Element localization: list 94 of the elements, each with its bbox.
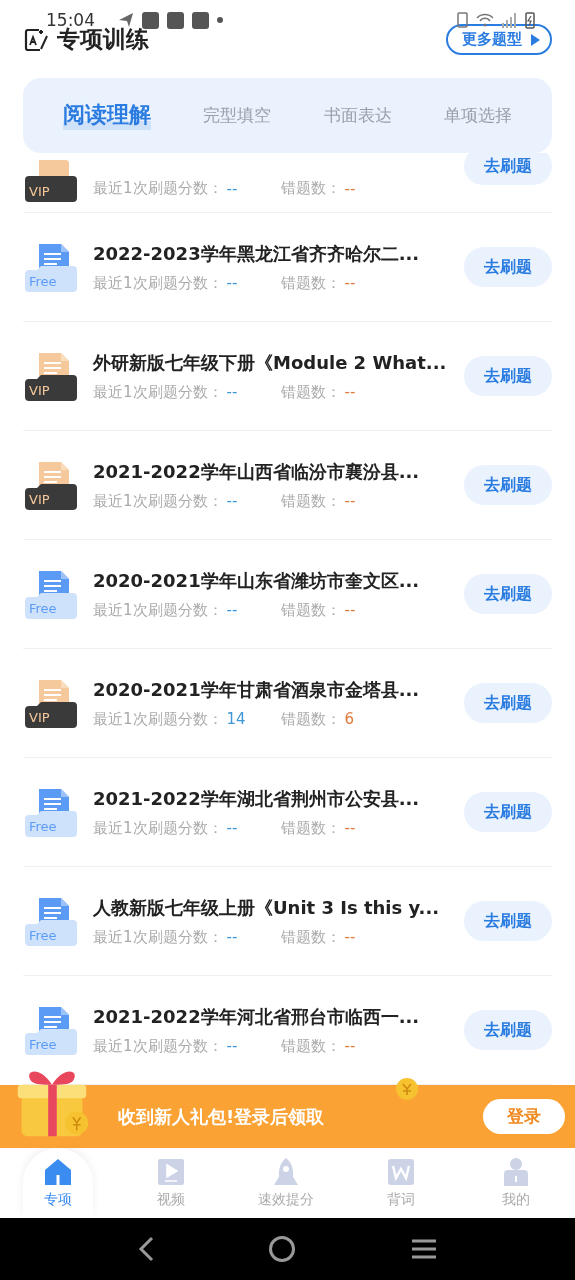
practice-button[interactable]: 去刷题	[464, 1010, 552, 1050]
dot-icon	[217, 17, 223, 23]
exercise-title: 人教新版七年级上册《Unit 3 Is this y...	[93, 895, 441, 920]
category-tab[interactable]: 阅读理解	[63, 100, 152, 131]
badge-label: Free	[29, 819, 57, 834]
send-icon	[118, 12, 134, 28]
words-nav-item[interactable]: 背词	[343, 1148, 459, 1218]
category-tab[interactable]: 单项选择	[443, 103, 512, 127]
score-label: 最近1次刷题分数：	[93, 491, 223, 511]
battery-charging-icon	[525, 11, 535, 29]
document-folder-icon	[23, 160, 77, 204]
score-label: 最近1次刷题分数：	[93, 273, 223, 293]
exercise-title: 2021-2022学年河北省邢台市临西一...	[93, 1004, 421, 1029]
word-book-icon	[385, 1157, 416, 1187]
home-circle-icon[interactable]	[268, 1235, 297, 1263]
errors-label: 错题数：	[280, 709, 341, 729]
score-label: 最近1次刷题分数：	[93, 927, 223, 947]
score-label: 最近1次刷题分数：	[93, 600, 223, 620]
banner-text: 收到新人礼包!登录后领取	[118, 1104, 325, 1129]
badge-label: Free	[29, 274, 57, 289]
practice-button[interactable]: 去刷题	[464, 683, 552, 723]
badge-label: Free	[29, 928, 57, 943]
coin-icon	[395, 1077, 419, 1101]
vibrate-icon	[457, 12, 468, 28]
score-value: --	[226, 819, 239, 837]
badge-label: Free	[29, 601, 57, 616]
errors-label: 错题数：	[280, 382, 341, 402]
menu-icon[interactable]	[410, 1238, 439, 1260]
errors-value: --	[344, 179, 356, 198]
errors-value: 6	[344, 710, 355, 728]
practice-button[interactable]: 去刷题	[464, 247, 552, 287]
score-value: --	[226, 601, 239, 619]
login-button[interactable]: 登录	[483, 1099, 565, 1134]
home-nav-item[interactable]: 专项	[23, 1148, 93, 1218]
errors-label: 错题数：	[280, 600, 341, 620]
score-label: 最近1次刷题分数：	[93, 179, 223, 198]
bag-icon	[167, 11, 184, 29]
score-label: 最近1次刷题分数：	[93, 818, 223, 838]
exercise-title: 2020-2021学年山东省潍坊市奎文区...	[93, 568, 421, 593]
signal-icon	[502, 12, 517, 28]
score-label: 最近1次刷题分数：	[93, 709, 223, 729]
errors-label: 错题数：	[280, 179, 341, 198]
home-icon	[43, 1157, 73, 1187]
text-edit-icon	[23, 26, 49, 53]
exercise-title: 2020-2021学年甘肃省酒泉市金塔县...	[93, 677, 421, 702]
badge-label: VIP	[29, 184, 50, 199]
errors-label: 错题数：	[280, 1036, 341, 1056]
errors-value: --	[344, 492, 356, 510]
exercise-title: 2022-2023学年黑龙江省齐齐哈尔二...	[93, 241, 421, 266]
errors-label: 错题数：	[280, 273, 341, 293]
bag-icon	[192, 11, 209, 29]
score-value: --	[226, 383, 239, 401]
errors-value: --	[344, 819, 356, 837]
score-value: --	[226, 1037, 239, 1055]
errors-value: --	[344, 383, 356, 401]
score-label: 最近1次刷题分数：	[93, 382, 223, 402]
exercise-title: 2021-2022学年山西省临汾市襄汾县...	[93, 459, 421, 484]
practice-button[interactable]: 去刷题	[464, 465, 552, 505]
practice-button[interactable]: 去刷题	[464, 153, 552, 185]
video-icon	[156, 1157, 187, 1187]
practice-button[interactable]: 去刷题	[464, 356, 552, 396]
errors-label: 错题数：	[280, 927, 341, 947]
score-value: --	[226, 928, 239, 946]
errors-value: --	[344, 274, 356, 292]
score-label: 最近1次刷题分数：	[93, 1036, 223, 1056]
more-types-button[interactable]: 更多题型	[446, 24, 552, 56]
category-tab[interactable]: 完型填空	[203, 103, 272, 127]
score-value: --	[226, 179, 239, 198]
badge-label: Free	[29, 1037, 57, 1052]
errors-label: 错题数：	[280, 818, 341, 838]
category-tab[interactable]: 书面表达	[323, 103, 392, 127]
back-icon[interactable]	[136, 1235, 155, 1263]
exercise-title: 外研新版七年级下册《Module 2 What...	[93, 350, 448, 375]
score-value: 14	[226, 710, 247, 728]
badge-label: VIP	[29, 492, 50, 507]
video-nav-item[interactable]: 视频	[114, 1148, 229, 1218]
errors-value: --	[344, 1037, 356, 1055]
score-value: --	[226, 492, 239, 510]
badge-label: VIP	[29, 383, 50, 398]
practice-button[interactable]: 去刷题	[464, 574, 552, 614]
page-title: 专项训练	[57, 26, 149, 55]
rocket-nav-item[interactable]: 速效提分	[228, 1148, 344, 1218]
errors-value: --	[344, 601, 356, 619]
errors-label: 错题数：	[280, 491, 341, 511]
exercise-title: 2021-2022学年湖北省荆州市公安县...	[93, 786, 421, 811]
score-value: --	[226, 274, 239, 292]
bag-icon	[142, 11, 159, 29]
practice-button[interactable]: 去刷题	[464, 901, 552, 941]
errors-value: --	[344, 928, 356, 946]
profile-nav-item[interactable]: 我的	[458, 1148, 573, 1218]
wifi-icon	[476, 13, 494, 27]
play-arrow-icon	[530, 33, 540, 46]
badge-label: VIP	[29, 710, 50, 725]
practice-button[interactable]: 去刷题	[464, 792, 552, 832]
